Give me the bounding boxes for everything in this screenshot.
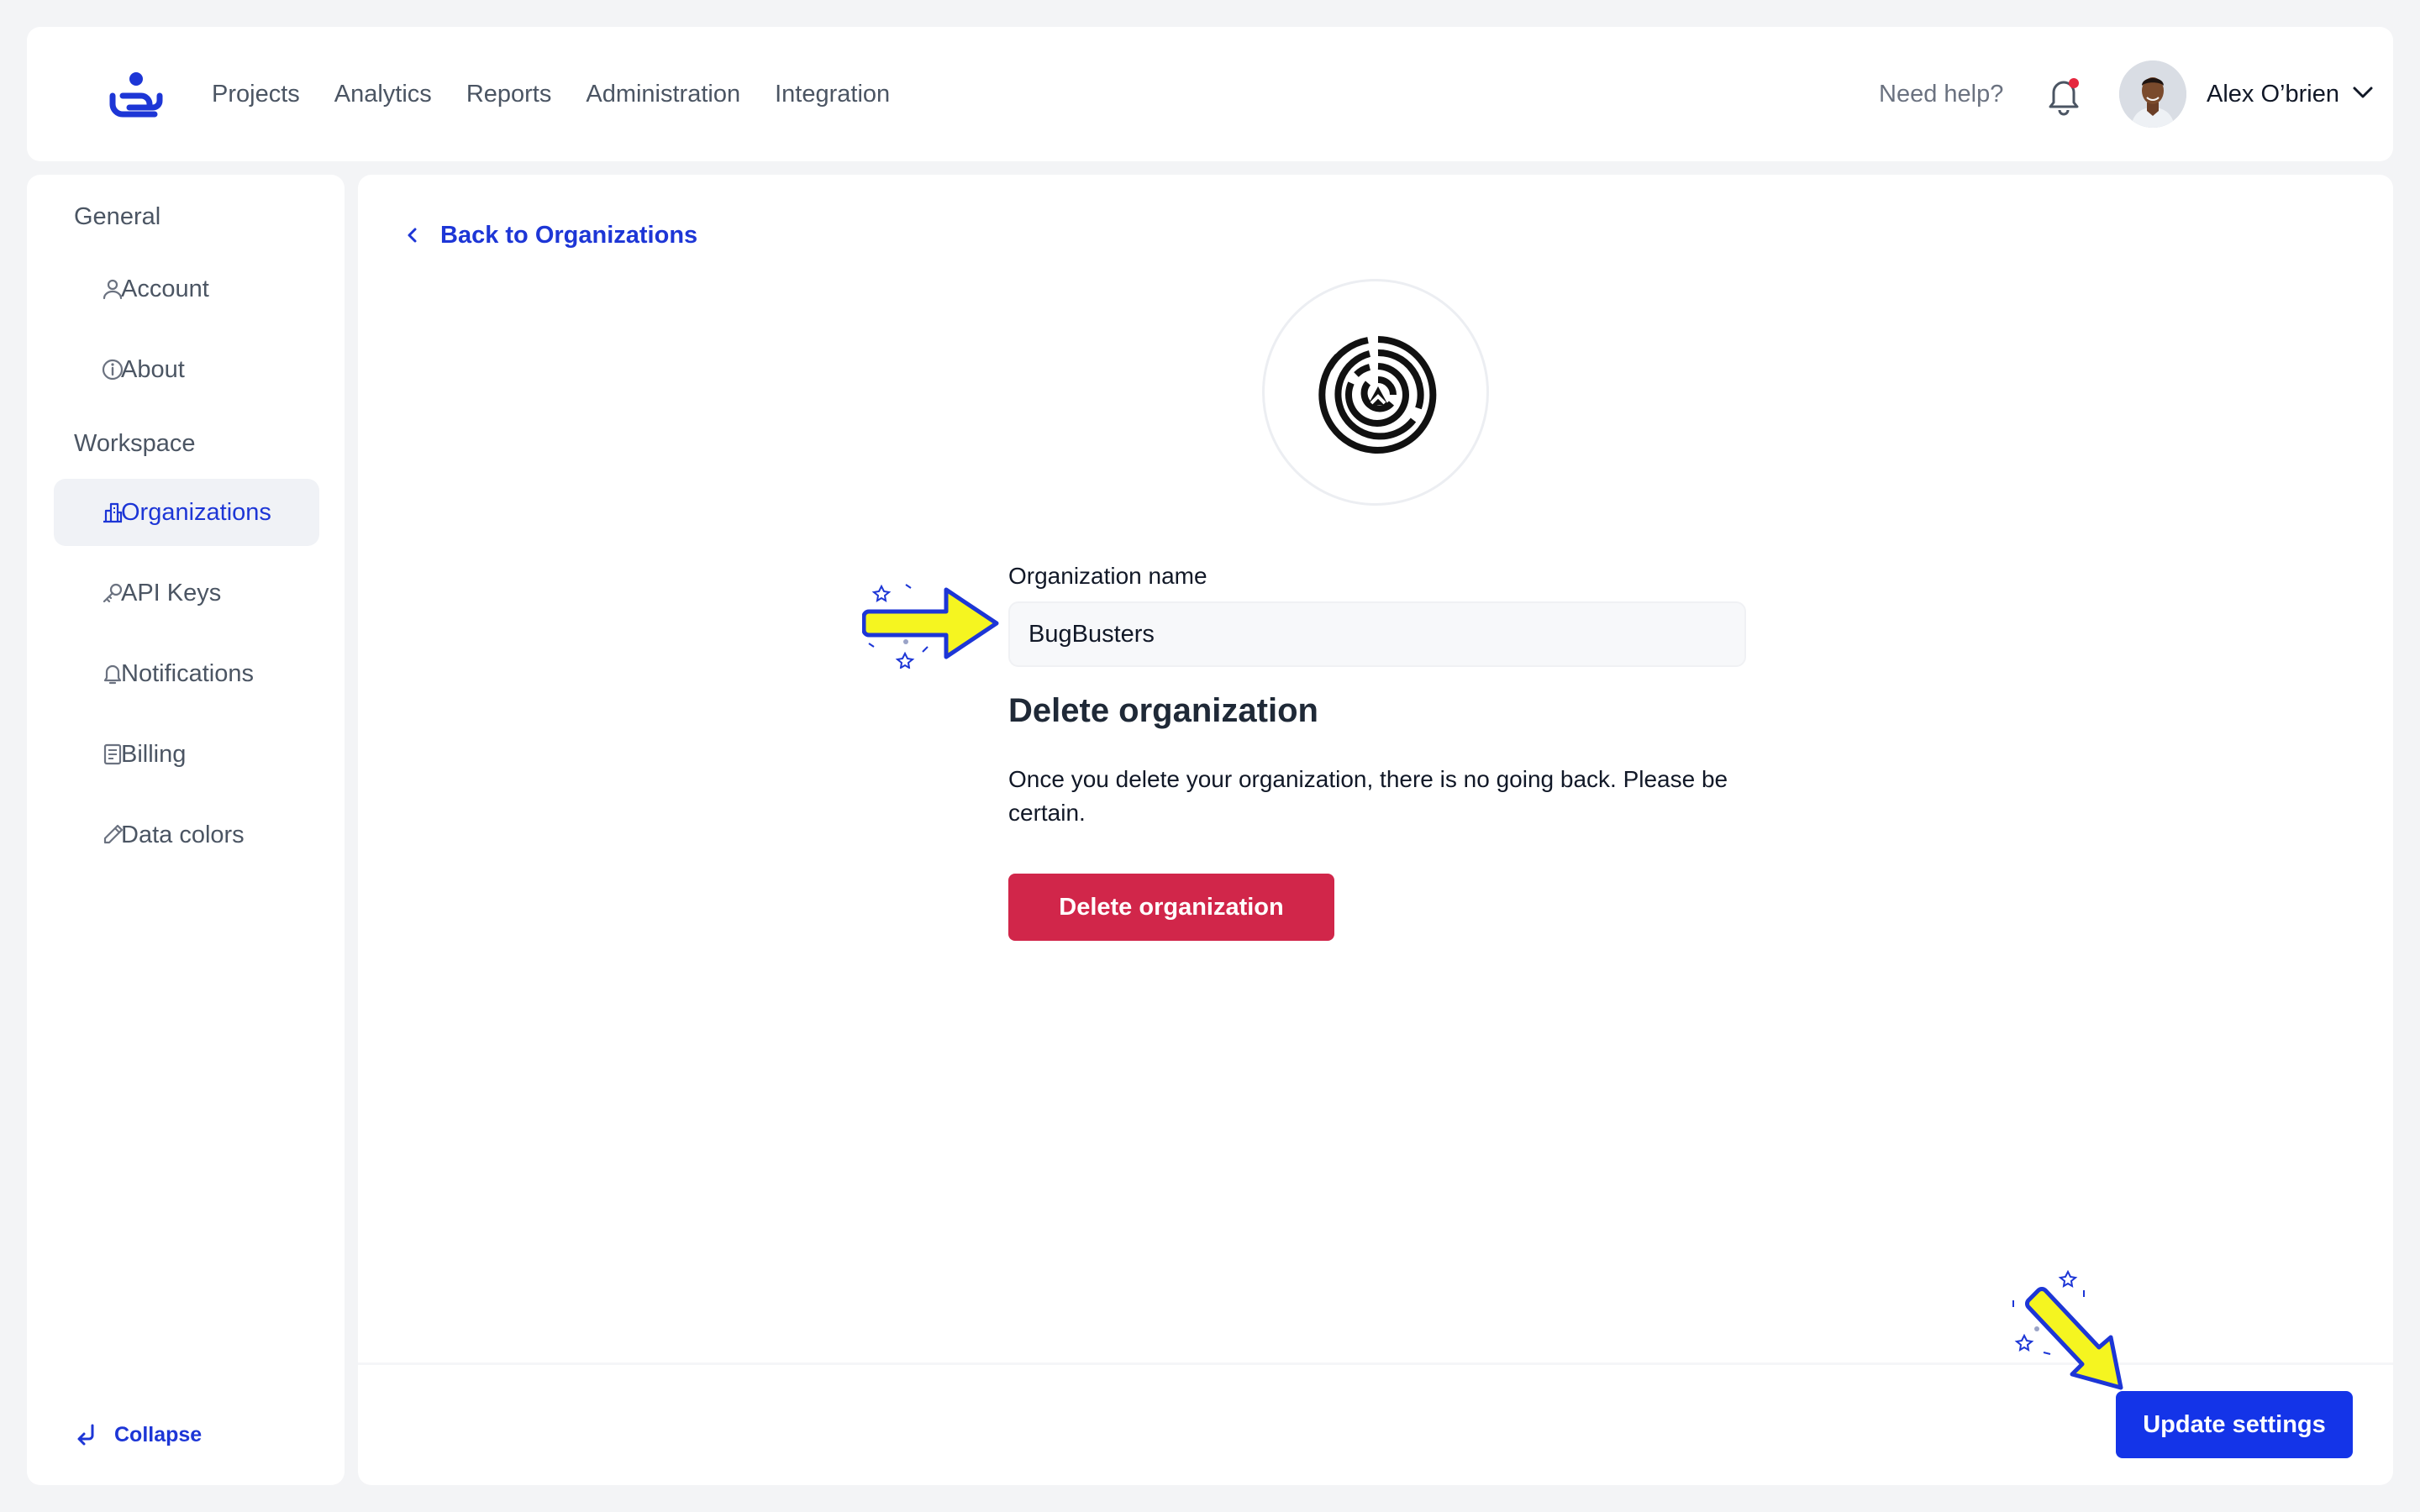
help-link[interactable]: Need help? (1879, 27, 2003, 161)
building-icon (103, 502, 123, 523)
organization-logo[interactable] (1262, 279, 1489, 506)
sidebar-item-about[interactable]: About (54, 336, 319, 403)
organization-name-input[interactable] (1008, 601, 1746, 667)
collapse-button[interactable]: Collapse (74, 1418, 202, 1452)
user-icon (103, 279, 123, 300)
sidebar-item-api-keys[interactable]: API Keys (54, 559, 319, 627)
notification-dot-icon (2069, 78, 2079, 88)
collapse-label: Collapse (114, 1422, 203, 1446)
nav-integration[interactable]: Integration (775, 81, 890, 108)
nav-projects[interactable]: Projects (212, 81, 300, 108)
organization-name-label: Organization name (1008, 563, 1207, 589)
sidebar-item-label: About (121, 355, 185, 383)
back-to-organizations-link[interactable]: Back to Organizations (403, 218, 697, 252)
sidebar-item-label: Billing (121, 740, 187, 768)
key-icon (103, 583, 123, 603)
section-heading-general: General (74, 203, 161, 230)
return-arrow-icon (77, 1424, 94, 1446)
pen-icon (103, 824, 124, 844)
app-logo-icon[interactable] (108, 71, 165, 118)
delete-organization-button[interactable]: Delete organization (1008, 874, 1334, 941)
down-right-arrow-annotation-icon (2012, 1270, 2123, 1390)
section-heading-workspace: Workspace (74, 430, 196, 457)
sidebar-item-label: Notifications (121, 659, 254, 687)
nav-reports[interactable]: Reports (466, 81, 552, 108)
delete-organization-heading: Delete organization (1008, 692, 1318, 729)
top-navigation-bar: Projects Analytics Reports Administratio… (27, 27, 2393, 161)
chevron-down-icon[interactable] (2351, 84, 2375, 101)
sidebar-item-label: Organizations (121, 498, 271, 526)
user-avatar-icon (2119, 60, 2186, 128)
nav-administration[interactable]: Administration (586, 81, 740, 108)
sidebar-item-data-colors[interactable]: Data colors (54, 801, 319, 869)
nav-analytics[interactable]: Analytics (334, 81, 432, 108)
sidebar-item-label: API Keys (121, 579, 222, 606)
sidebar-item-billing[interactable]: Billing (54, 721, 319, 788)
sidebar-item-label: Data colors (121, 821, 245, 848)
notification-bell-icon[interactable] (2045, 76, 2082, 116)
sidebar-item-organizations[interactable]: Organizations (54, 479, 319, 546)
bell-icon (103, 664, 122, 685)
update-settings-button[interactable]: Update settings (2116, 1391, 2353, 1458)
sidebar: General Account About Workspace Organiza… (27, 175, 345, 1485)
sidebar-item-account[interactable]: Account (54, 255, 319, 323)
sidebar-item-label: Account (121, 275, 209, 302)
labyrinth-logo-icon (1318, 336, 1437, 454)
sidebar-item-notifications[interactable]: Notifications (54, 640, 319, 707)
user-name[interactable]: Alex O’brien (2207, 27, 2339, 161)
info-icon (102, 359, 124, 381)
main-nav: Projects Analytics Reports Administratio… (212, 27, 924, 161)
right-arrow-annotation-icon (862, 584, 999, 669)
document-icon (103, 743, 122, 765)
chevron-left-icon (408, 228, 417, 243)
back-link-label: Back to Organizations (440, 221, 698, 249)
delete-warning-text: Once you delete your organization, there… (1008, 766, 1728, 826)
avatar[interactable] (2119, 60, 2186, 128)
